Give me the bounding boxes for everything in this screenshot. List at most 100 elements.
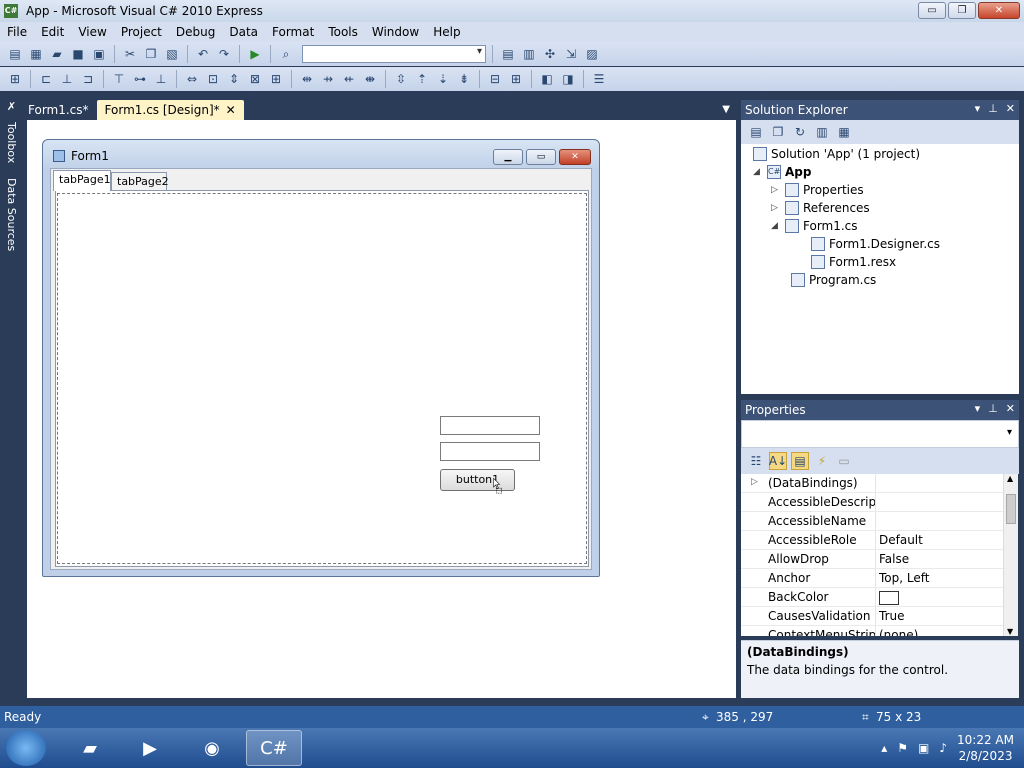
menu-window[interactable]: Window (365, 25, 426, 39)
copy-icon[interactable]: ❐ (142, 45, 160, 63)
tree-item-properties[interactable]: ▷ Properties (771, 181, 864, 199)
form-client-area[interactable]: tabPage1 tabPage2 button1 (50, 168, 592, 570)
start-page-icon[interactable]: ⇲ (562, 45, 580, 63)
designer-surface[interactable]: Form1 ▁ ▭ ✕ tabPage1 tabPage2 button1 (27, 120, 736, 698)
paste-icon[interactable]: ▧ (163, 45, 181, 63)
property-value[interactable]: True (879, 609, 905, 623)
close-icon[interactable]: ✕ (1006, 402, 1015, 415)
remove-horizontal-spacing-icon[interactable]: ⇼ (361, 70, 379, 88)
align-middles-icon[interactable]: ⊶ (131, 70, 149, 88)
decrease-horizontal-spacing-icon[interactable]: ⇷ (340, 70, 358, 88)
tabpage2-header[interactable]: tabPage2 (111, 172, 169, 190)
refresh-icon[interactable]: ↻ (791, 123, 809, 141)
scroll-thumb[interactable] (1006, 494, 1016, 524)
save-all-icon[interactable]: ▣ (90, 45, 108, 63)
tabpage1-header[interactable]: tabPage1 (53, 170, 111, 191)
chrome-icon[interactable]: ◉ (184, 730, 240, 766)
property-row[interactable]: AllowDrop False (741, 550, 1003, 569)
tree-item-solution[interactable]: Solution 'App' (1 project) (753, 145, 920, 163)
undo-icon[interactable]: ↶ (194, 45, 212, 63)
tab-dropdown-icon[interactable]: ▼ (722, 104, 730, 115)
save-icon[interactable]: ■ (69, 45, 87, 63)
find-combo[interactable] (302, 45, 486, 63)
decrease-vertical-spacing-icon[interactable]: ⇣ (434, 70, 452, 88)
property-value[interactable]: Default (879, 533, 923, 547)
property-row[interactable]: ▷ (DataBindings) (741, 474, 1003, 493)
align-tops-icon[interactable]: ⊤ (110, 70, 128, 88)
property-grid-scrollbar[interactable]: ▲ ▼ (1003, 474, 1018, 636)
scroll-down-icon[interactable]: ▼ (1007, 627, 1013, 636)
tree-item-program-cs[interactable]: Program.cs (791, 271, 876, 289)
make-same-width-icon[interactable]: ⇔ (183, 70, 201, 88)
show-all-files-icon[interactable]: ❐ (769, 123, 787, 141)
cut-icon[interactable]: ✂ (121, 45, 139, 63)
remove-vertical-spacing-icon[interactable]: ⇟ (455, 70, 473, 88)
close-button[interactable]: ✕ (978, 2, 1020, 19)
properties-window-icon[interactable]: ▥ (520, 45, 538, 63)
textbox2[interactable] (440, 442, 540, 461)
menu-edit[interactable]: Edit (34, 25, 71, 39)
start-debugging-icon[interactable]: ▶ (246, 45, 264, 63)
expanded-arrow-icon[interactable]: ◢ (771, 221, 781, 231)
new-project-icon[interactable]: ▤ (6, 45, 24, 63)
property-row[interactable]: AccessibleRole Default (741, 531, 1003, 550)
categorized-icon[interactable]: ☷ (747, 452, 765, 470)
tabpage1[interactable]: button1 (55, 190, 589, 567)
start-button[interactable] (6, 730, 46, 766)
send-to-back-icon[interactable]: ◨ (559, 70, 577, 88)
property-row[interactable]: BackColor (741, 588, 1003, 607)
object-selector-combo[interactable] (741, 420, 1019, 448)
menu-project[interactable]: Project (114, 25, 169, 39)
tree-item-references[interactable]: ▷ References (771, 199, 870, 217)
collapsed-arrow-icon[interactable]: ▷ (771, 185, 781, 195)
tab-form1-cs[interactable]: Form1.cs* (20, 100, 97, 120)
tab-order-icon[interactable]: ☰ (590, 70, 608, 88)
action-center-icon[interactable]: ⚑ (897, 741, 908, 755)
visual-csharp-icon[interactable]: C# (246, 730, 302, 766)
menu-tools[interactable]: Tools (321, 25, 365, 39)
events-icon[interactable]: ⚡ (813, 452, 831, 470)
property-pages-icon[interactable]: ▭ (835, 452, 853, 470)
property-value[interactable] (879, 590, 899, 605)
make-same-height-icon[interactable]: ⇕ (225, 70, 243, 88)
close-icon[interactable]: ✕ (1006, 102, 1015, 115)
align-lefts-icon[interactable]: ⊏ (37, 70, 55, 88)
property-row[interactable]: CausesValidation True (741, 607, 1003, 626)
find-in-files-icon[interactable]: ⌕ (277, 45, 295, 63)
form1-designer[interactable]: Form1 ▁ ▭ ✕ tabPage1 tabPage2 button1 (42, 139, 600, 577)
close-tab-icon[interactable]: ✕ (226, 103, 236, 117)
collapsed-arrow-icon[interactable]: ▷ (771, 203, 781, 213)
size-grid-icon[interactable]: ⊞ (267, 70, 285, 88)
property-value[interactable]: Top, Left (879, 571, 929, 585)
file-explorer-icon[interactable]: ▰ (62, 730, 118, 766)
size-to-grid-icon[interactable]: ⊡ (204, 70, 222, 88)
menu-help[interactable]: Help (426, 25, 467, 39)
increase-vertical-spacing-icon[interactable]: ⇡ (413, 70, 431, 88)
vertical-spacing-equal-icon[interactable]: ⇳ (392, 70, 410, 88)
view-code-icon[interactable]: ▥ (813, 123, 831, 141)
property-value[interactable]: False (879, 552, 909, 566)
network-icon[interactable]: ▣ (918, 741, 929, 755)
toolbox-pin-icon[interactable]: ✗ (2, 100, 18, 113)
solution-explorer-icon[interactable]: ▤ (499, 45, 517, 63)
maximize-button[interactable]: ❐ (948, 2, 976, 19)
tree-item-app[interactable]: ◢ C# App (753, 163, 811, 181)
add-item-icon[interactable]: ▦ (27, 45, 45, 63)
pin-icon[interactable]: ⊥ (988, 402, 998, 415)
increase-horizontal-spacing-icon[interactable]: ⇸ (319, 70, 337, 88)
textbox1[interactable] (440, 416, 540, 435)
align-to-grid-icon[interactable]: ⊞ (6, 70, 24, 88)
property-value[interactable]: (none) (879, 628, 918, 636)
menu-view[interactable]: View (71, 25, 113, 39)
expanded-arrow-icon[interactable]: ◢ (753, 167, 763, 177)
clock[interactable]: 10:22 AM 2/8/2023 (957, 732, 1014, 764)
open-file-icon[interactable]: ▰ (48, 45, 66, 63)
media-player-icon[interactable]: ▶ (122, 730, 178, 766)
toolbox-tab[interactable]: Toolbox (2, 122, 18, 163)
property-row[interactable]: ContextMenuStrip (none) (741, 626, 1003, 636)
property-row[interactable]: AccessibleName (741, 512, 1003, 531)
alphabetical-icon[interactable]: A↓ (769, 452, 787, 470)
properties-icon[interactable]: ▤ (747, 123, 765, 141)
menu-debug[interactable]: Debug (169, 25, 222, 39)
tree-item-form1-resx[interactable]: Form1.resx (811, 253, 896, 271)
